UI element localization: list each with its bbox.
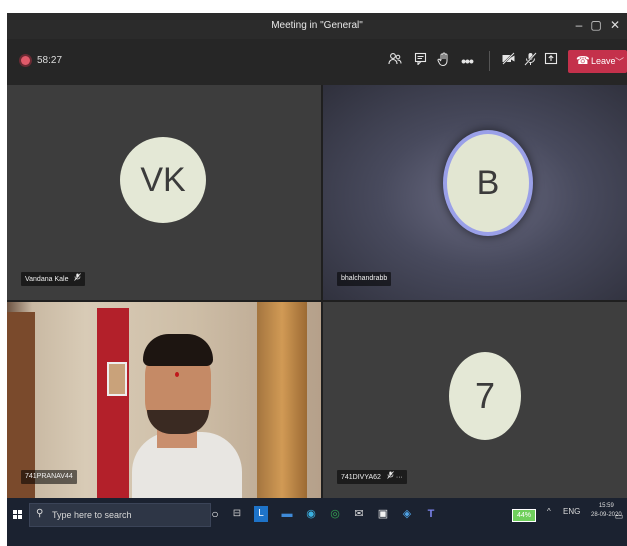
- search-icon: ⚲: [36, 508, 44, 519]
- mail-icon[interactable]: ✉: [351, 505, 367, 523]
- participant-tile[interactable]: 7 741DIVYA62 ···: [323, 302, 627, 498]
- notifications-icon[interactable]: ▭: [611, 507, 627, 525]
- settings-app-icon[interactable]: ◈: [399, 505, 415, 523]
- windows-start-icon[interactable]: [13, 510, 23, 520]
- camera-off-icon[interactable]: [499, 52, 517, 70]
- minimize-button[interactable]: –: [572, 18, 586, 32]
- window-title: Meeting in "General": [271, 20, 363, 31]
- share-screen-icon[interactable]: [542, 52, 560, 70]
- more-options-icon[interactable]: ···: [396, 474, 403, 481]
- recording-indicator-icon: [21, 56, 30, 65]
- participant-name-tag: Vandana Kale: [21, 272, 86, 286]
- meeting-timer: 58:27: [37, 55, 63, 66]
- tilak-mark: [175, 372, 179, 377]
- leave-label: Leave: [591, 56, 616, 66]
- chat-icon[interactable]: [411, 52, 429, 70]
- participant-name: Vandana Kale: [25, 276, 69, 283]
- store-icon[interactable]: ▣: [375, 505, 391, 523]
- person-hair: [143, 334, 213, 366]
- participant-avatar: VK: [120, 137, 206, 223]
- file-explorer-icon[interactable]: ▬: [279, 505, 295, 523]
- mic-muted-icon: [387, 470, 394, 484]
- participant-name: bhalchandrabb: [341, 275, 388, 282]
- mic-muted-icon: [74, 272, 82, 286]
- teams-meeting-window: Meeting in "General" – ▢ ✕ 58:27 ••• ☎ L…: [7, 13, 627, 546]
- participant-name-tag: 741DIVYA62 ···: [337, 470, 407, 484]
- cortana-icon[interactable]: ○: [207, 505, 223, 523]
- participant-avatar: B: [443, 130, 533, 236]
- tray-chevron-icon[interactable]: ^: [547, 507, 551, 516]
- language-indicator[interactable]: ENG: [563, 507, 580, 516]
- participant-video-tile[interactable]: 741PRANAV44: [7, 302, 321, 498]
- search-placeholder: Type here to search: [52, 510, 132, 520]
- taskbar-search-box[interactable]: ⚲ Type here to search: [29, 503, 211, 527]
- chevron-down-icon[interactable]: ﹀: [615, 55, 624, 68]
- participant-tile[interactable]: B bhalchandrabb: [323, 85, 627, 300]
- leave-button[interactable]: ☎ Leave ﹀: [568, 50, 627, 73]
- wooden-panel: [257, 302, 307, 498]
- meeting-toolbar: 58:27 ••• ☎ Leave ﹀: [7, 39, 627, 85]
- participants-icon[interactable]: [386, 52, 404, 70]
- raise-hand-icon[interactable]: [434, 52, 452, 70]
- browser-icon[interactable]: ◎: [327, 505, 343, 523]
- more-options-icon[interactable]: •••: [458, 52, 476, 70]
- windows-taskbar: ⚲ Type here to search ○ ⊟ L ▬ ◉ ◎ ✉ ▣ ◈ …: [7, 498, 627, 546]
- chrome-icon[interactable]: ◉: [303, 505, 319, 523]
- app-l-icon[interactable]: L: [254, 506, 268, 522]
- close-button[interactable]: ✕: [608, 18, 622, 32]
- window-title-bar: Meeting in "General" – ▢ ✕: [7, 13, 627, 39]
- participant-name: 741DIVYA62: [341, 474, 381, 481]
- phone-hangup-icon: ☎: [576, 55, 590, 67]
- participant-name-tag: 741PRANAV44: [21, 470, 77, 484]
- mic-off-icon[interactable]: [521, 52, 539, 70]
- maximize-button[interactable]: ▢: [589, 18, 603, 32]
- task-view-icon[interactable]: ⊟: [229, 505, 245, 523]
- wall-picture: [107, 362, 127, 396]
- participant-tile[interactable]: VK Vandana Kale: [7, 85, 321, 300]
- participant-name: 741PRANAV44: [25, 473, 73, 480]
- teams-icon[interactable]: T: [423, 505, 439, 523]
- participant-name-tag: bhalchandrabb: [337, 272, 392, 286]
- participant-avatar: 7: [449, 352, 521, 440]
- red-wall-panel: [97, 308, 129, 498]
- battery-indicator[interactable]: 44%: [512, 509, 536, 522]
- toolbar-divider: [489, 51, 490, 71]
